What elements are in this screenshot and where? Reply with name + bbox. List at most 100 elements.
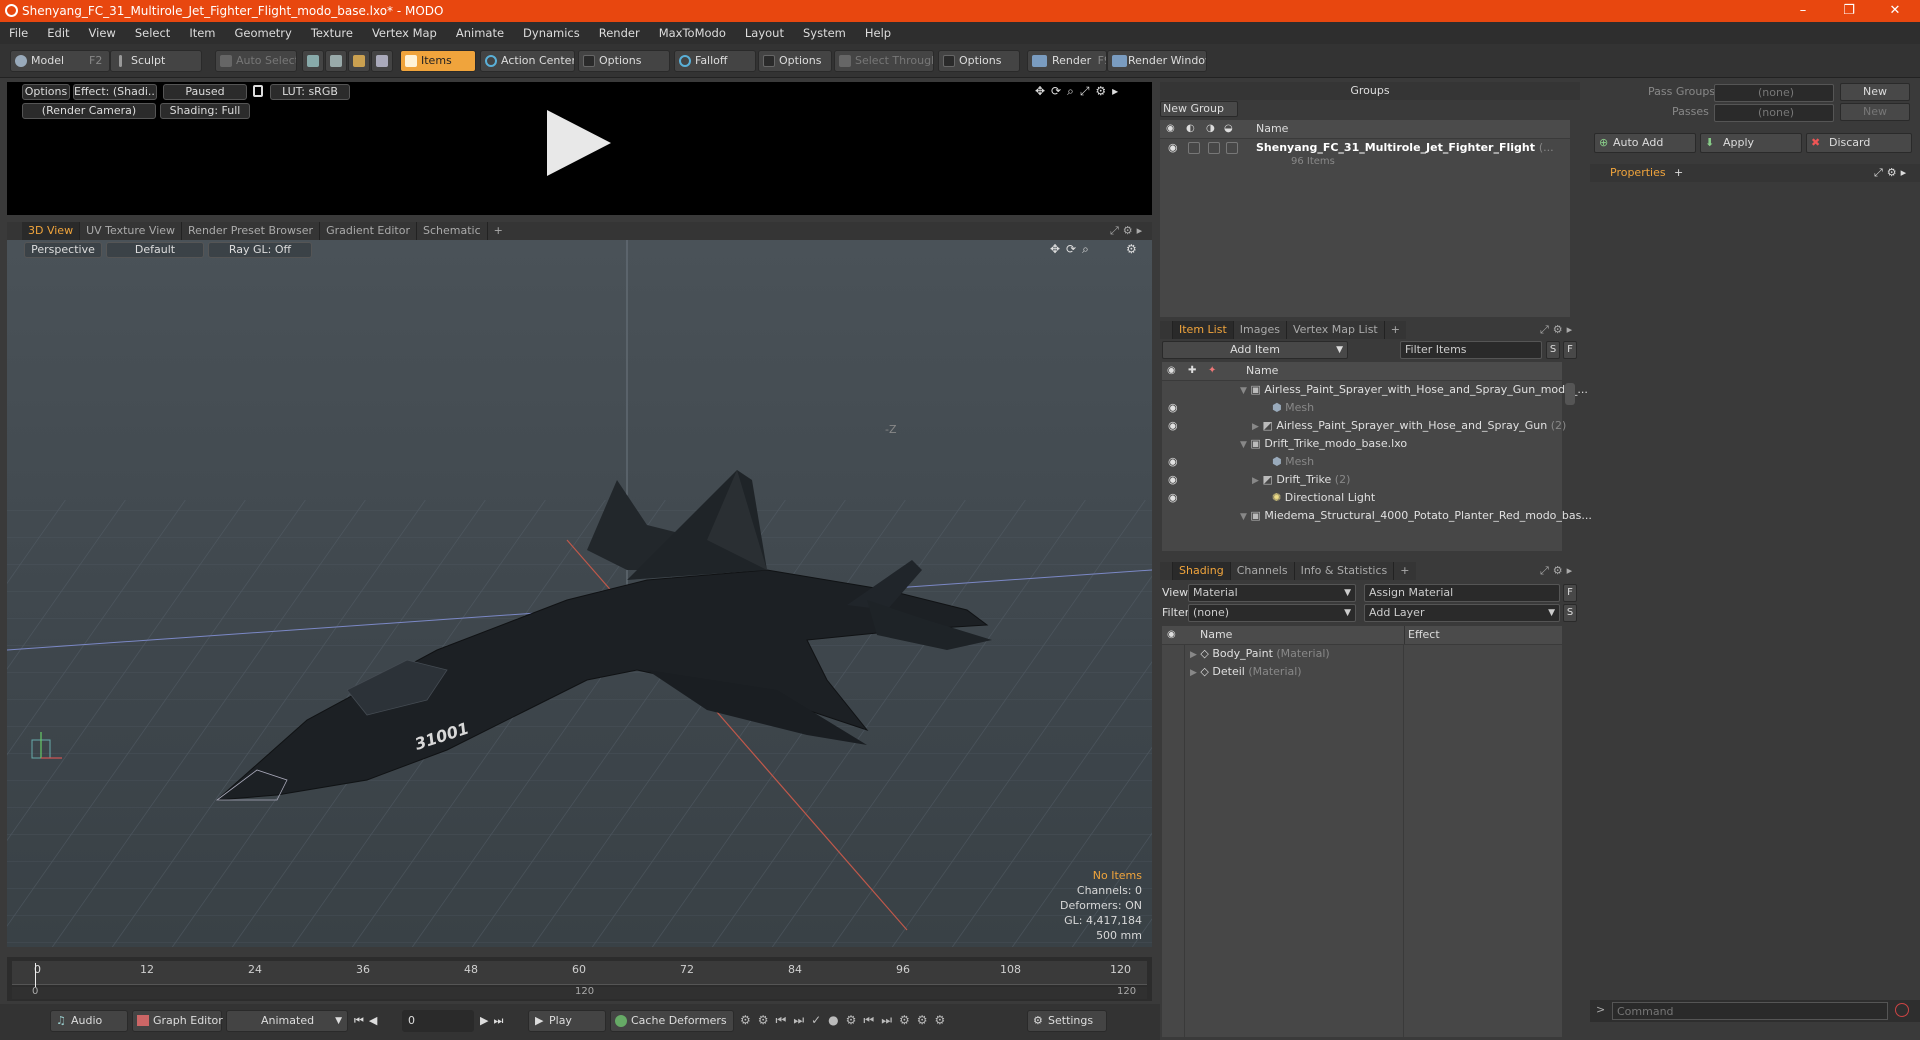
eye-icon[interactable]: ◉ <box>1167 626 1176 644</box>
play-button[interactable]: ▶ Play <box>528 1010 606 1032</box>
menu-dynamics[interactable]: Dynamics <box>514 26 590 40</box>
transport-prev-buttons[interactable]: ⏮◀ <box>354 1014 382 1028</box>
menu-file[interactable]: File <box>0 26 38 40</box>
command-input[interactable] <box>1612 1002 1888 1020</box>
action-center-button[interactable]: Action Center <box>480 50 575 72</box>
falloff-options-button[interactable]: Options <box>758 50 832 72</box>
raygl-dropdown[interactable]: Ray GL: Off <box>208 242 312 258</box>
search-f-button[interactable]: F <box>1563 341 1577 359</box>
shader-tree-item[interactable]: ▶ ◇ Body_Paint (Material) <box>1190 645 1330 663</box>
assign-material-dropdown[interactable]: Assign Material <box>1364 584 1560 602</box>
transport-next-buttons[interactable]: ▶⏭ <box>480 1014 508 1028</box>
new-group-button[interactable]: New Group <box>1160 101 1238 117</box>
group-row-visibility[interactable]: ◉ <box>1168 139 1178 157</box>
add-item-dropdown[interactable]: Add Item ▼ <box>1162 341 1348 359</box>
lock-icon[interactable]: ✚ <box>1188 362 1196 380</box>
search-s-button[interactable]: S <box>1546 341 1560 359</box>
lock-icon[interactable] <box>253 85 263 97</box>
vertices-mode-button[interactable] <box>302 50 324 72</box>
add-tab-button[interactable]: + <box>1674 164 1683 182</box>
pass-groups-dropdown[interactable]: (none) <box>1714 84 1834 102</box>
select-through-options-button[interactable]: Options <box>938 50 1020 72</box>
tab-images[interactable]: Images <box>1233 321 1287 339</box>
render-button[interactable]: Render F9 <box>1027 50 1107 72</box>
filter-items-input[interactable]: Filter Items <box>1400 341 1542 359</box>
new-pass-button[interactable]: New <box>1840 103 1910 121</box>
list-item[interactable]: ⬢ Mesh <box>1272 399 1314 417</box>
group-row-check[interactable] <box>1226 142 1238 154</box>
audio-button[interactable]: ♫ Audio <box>50 1010 128 1032</box>
menu-layout[interactable]: Layout <box>736 26 794 40</box>
menu-geometry[interactable]: Geometry <box>226 26 302 40</box>
viewport-settings-icon[interactable]: ⚙ <box>1126 242 1137 256</box>
model-mode-button[interactable]: Model F2 <box>10 50 110 72</box>
menu-vertex-map[interactable]: Vertex Map <box>363 26 447 40</box>
cache-deformers-button[interactable]: Cache Deformers <box>610 1010 734 1032</box>
edges-mode-button[interactable] <box>325 50 347 72</box>
eye-icon[interactable]: ◉ <box>1168 453 1178 471</box>
eye-icon[interactable]: ◉ <box>1167 362 1176 380</box>
menu-render[interactable]: Render <box>590 26 650 40</box>
view-dropdown[interactable]: Material ▼ <box>1188 584 1356 602</box>
close-button[interactable]: ✕ <box>1872 0 1918 22</box>
add-tab-button[interactable]: + <box>1394 562 1416 580</box>
list-item[interactable]: ▶ ◩ Drift_Trike (2) <box>1252 471 1350 489</box>
timeline[interactable]: 0 12 24 36 48 60 72 84 96 108 120 0 120 … <box>7 957 1152 1001</box>
3d-viewport[interactable]: 31001 -Z No Items Channels: 0 Deformers:… <box>7 240 1152 947</box>
filter-dropdown[interactable]: (none) ▼ <box>1188 604 1356 622</box>
graph-editor-button[interactable]: Graph Editor <box>132 1010 223 1032</box>
key-tool-icons[interactable]: ⚙⚙⏮⏭✓●⚙⏮⏭⚙⚙⚙ <box>740 1013 952 1028</box>
list-item[interactable]: ✺ Directional Light <box>1272 489 1375 507</box>
list-item[interactable]: ⬢ Mesh <box>1272 453 1314 471</box>
item-list-scrollbar[interactable] <box>1565 383 1575 405</box>
view-panel-controls[interactable]: ⤢⚙▸ <box>1110 224 1146 238</box>
animated-dropdown[interactable]: Animated ▼ <box>226 1010 348 1032</box>
tab-item-list[interactable]: Item List <box>1173 321 1234 339</box>
perspective-dropdown[interactable]: Perspective <box>24 242 102 258</box>
new-pass-group-button[interactable]: New <box>1840 83 1910 101</box>
eye-icon[interactable]: ◉ <box>1168 399 1178 417</box>
preview-nav-icons[interactable]: ✥⟳⌕⤢⚙▸ <box>1035 84 1124 99</box>
menu-help[interactable]: Help <box>856 26 901 40</box>
tab-schematic[interactable]: Schematic <box>417 222 488 240</box>
render-icon[interactable]: ◐ <box>1186 120 1195 138</box>
add-tab-button[interactable]: + <box>487 222 509 240</box>
viewport-nav-icons[interactable]: ✥⟳⌕ <box>1050 242 1095 257</box>
preview-lut-dropdown[interactable]: LUT: sRGB <box>270 84 350 100</box>
falloff-button[interactable]: Falloff <box>674 50 756 72</box>
tab-render-preset-browser[interactable]: Render Preset Browser <box>182 222 321 240</box>
auto-add-button[interactable]: ⊕ Auto Add <box>1594 133 1696 153</box>
shader-tree-item[interactable]: ▶ ◇ Deteil (Material) <box>1190 663 1302 681</box>
menu-animate[interactable]: Animate <box>447 26 514 40</box>
tab-vertex-map-list[interactable]: Vertex Map List <box>1286 321 1385 339</box>
eye-icon[interactable]: ◉ <box>1168 471 1178 489</box>
maximize-button[interactable]: ❐ <box>1826 0 1872 22</box>
tab-uv-texture-view[interactable]: UV Texture View <box>80 222 183 240</box>
items-mode-button[interactable]: Items <box>400 50 476 72</box>
passes-dropdown[interactable]: (none) <box>1714 104 1834 122</box>
tab-gradient-editor[interactable]: Gradient Editor <box>320 222 417 240</box>
render-window-button[interactable]: Render Window <box>1107 50 1207 72</box>
shading-f-button[interactable]: F <box>1563 584 1577 602</box>
polygons-mode-button[interactable] <box>348 50 370 72</box>
select-icon[interactable]: ◒ <box>1224 120 1233 138</box>
play-icon[interactable] <box>547 110 611 176</box>
pin-icon[interactable]: ✦ <box>1208 362 1216 380</box>
list-item[interactable]: ▼ ▣ Airless_Paint_Sprayer_with_Hose_and_… <box>1240 381 1588 399</box>
tab-info-statistics[interactable]: Info & Statistics <box>1294 562 1395 580</box>
group-row-check[interactable] <box>1188 142 1200 154</box>
shading-panel-controls[interactable]: ⤢⚙▸ <box>1540 564 1576 578</box>
menu-edit[interactable]: Edit <box>38 26 79 40</box>
eye-icon[interactable]: ◉ <box>1168 489 1178 507</box>
list-item[interactable]: ▼ ▣ Miedema_Structural_4000_Potato_Plant… <box>1240 507 1592 525</box>
menu-system[interactable]: System <box>794 26 856 40</box>
eye-icon[interactable]: ◉ <box>1168 417 1178 435</box>
menu-view[interactable]: View <box>80 26 126 40</box>
minimize-button[interactable]: – <box>1780 0 1826 22</box>
menu-select[interactable]: Select <box>126 26 180 40</box>
properties-panel-controls[interactable]: ⤢⚙▸ <box>1874 164 1910 182</box>
settings-button[interactable]: ⚙ Settings <box>1027 1010 1107 1032</box>
record-icon[interactable] <box>1895 1003 1909 1017</box>
tab-shading[interactable]: Shading <box>1173 562 1231 580</box>
add-tab-button[interactable]: + <box>1384 321 1406 339</box>
